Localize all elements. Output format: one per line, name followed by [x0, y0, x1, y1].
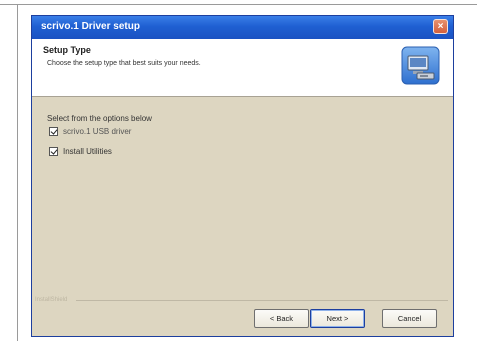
install-utilities-checkbox[interactable] — [49, 147, 58, 156]
installshield-brand: InstallShield — [35, 297, 68, 303]
page-rule-top — [0, 4, 477, 5]
option-install-utilities[interactable]: Install Utilities — [49, 147, 112, 156]
options-group-label: Select from the options below — [47, 114, 152, 123]
window-title: scrivo.1 Driver setup — [41, 21, 140, 32]
option-usb-driver[interactable]: scrivo.1 USB driver — [49, 127, 131, 136]
setup-dialog: scrivo.1 Driver setup × Setup Type Choos… — [31, 15, 454, 337]
page-rule-left — [17, 4, 18, 341]
cancel-button[interactable]: Cancel — [382, 309, 437, 328]
title-bar[interactable]: scrivo.1 Driver setup × — [32, 16, 453, 39]
usb-driver-label: scrivo.1 USB driver — [63, 127, 132, 136]
footer-separator — [76, 300, 448, 301]
close-icon: × — [437, 21, 444, 32]
back-button[interactable]: < Back — [254, 309, 309, 328]
wizard-header: Setup Type Choose the setup type that be… — [32, 39, 453, 97]
next-button[interactable]: Next > — [310, 309, 365, 328]
usb-driver-checkbox[interactable] — [49, 127, 58, 136]
page-title: Setup Type — [43, 45, 91, 55]
page-subtitle: Choose the setup type that best suits yo… — [47, 60, 201, 67]
close-button[interactable]: × — [433, 19, 448, 34]
install-utilities-label: Install Utilities — [63, 147, 112, 156]
setup-computer-icon — [401, 46, 440, 85]
